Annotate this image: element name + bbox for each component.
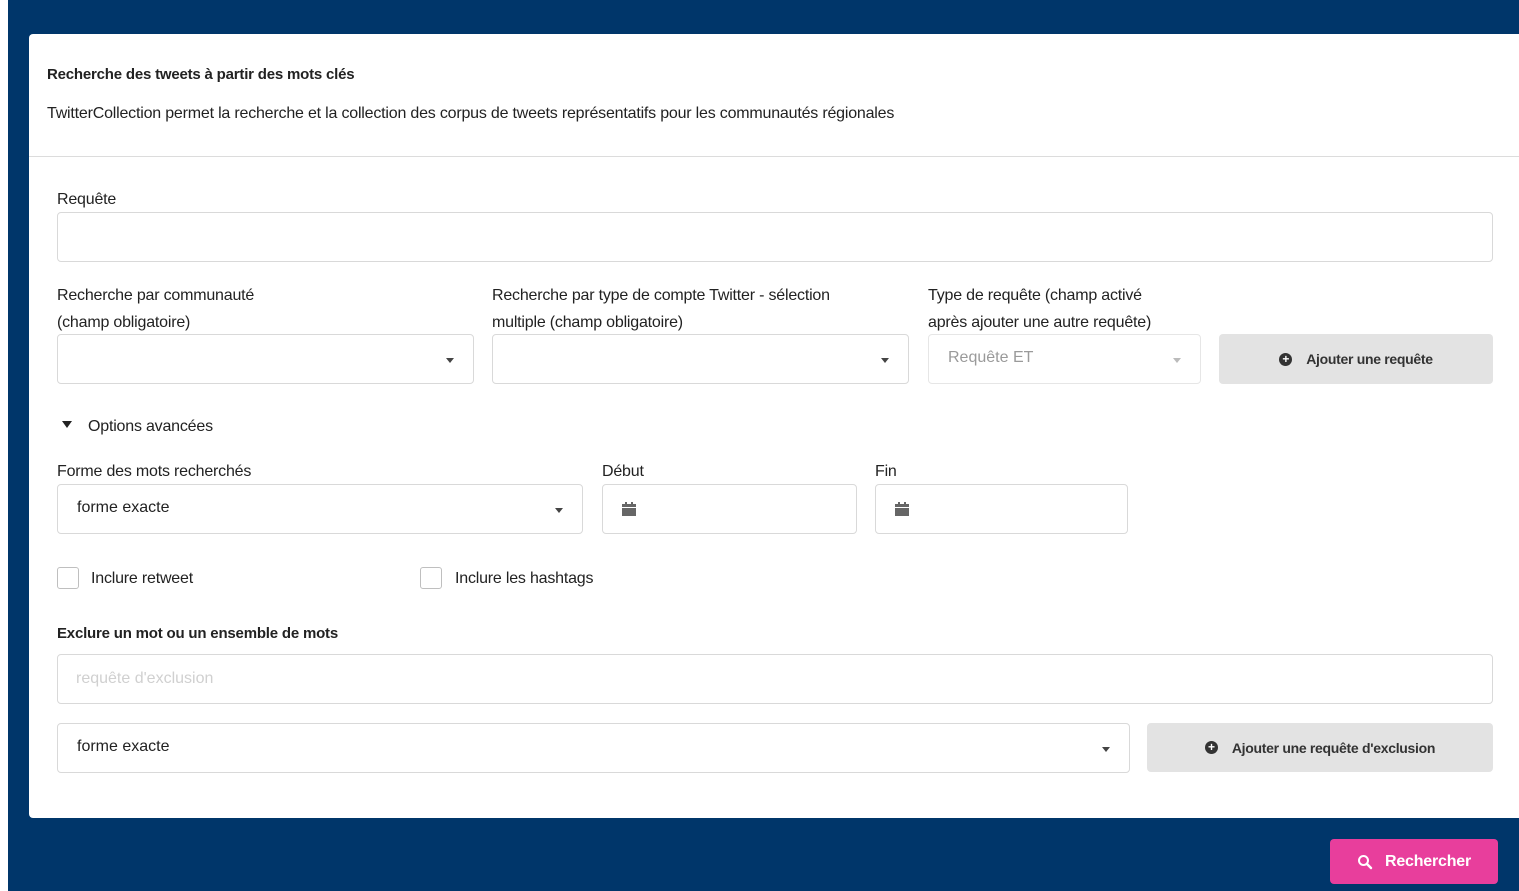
add-query-button[interactable]: + Ajouter une requête xyxy=(1219,334,1493,384)
word-form-label: Forme des mots recherchés xyxy=(57,463,252,480)
include-retweet-checkbox[interactable] xyxy=(57,567,79,589)
include-hashtags-checkbox[interactable] xyxy=(420,567,442,589)
include-retweet-label[interactable]: Inclure retweet xyxy=(91,565,193,592)
calendar-icon xyxy=(622,502,636,516)
exclusion-input[interactable]: requête d'exclusion xyxy=(57,654,1493,704)
query-type-label-line1: Type de requête (champ activé xyxy=(928,287,1142,304)
search-button[interactable]: Rechercher xyxy=(1330,839,1498,884)
account-type-label: Recherche par type de compte Twitter - s… xyxy=(492,282,830,336)
card-subtitle: TwitterCollection permet la recherche et… xyxy=(47,105,895,122)
search-button-label: Rechercher xyxy=(1384,852,1472,870)
exclusion-form-select[interactable]: forme exacte xyxy=(57,723,1130,773)
community-select[interactable] xyxy=(57,334,474,384)
include-hashtags-label[interactable]: Inclure les hashtags xyxy=(455,565,594,592)
community-label-line2: (champ obligatoire) xyxy=(57,314,191,331)
account-type-label-line2: multiple (champ obligatoire) xyxy=(492,314,683,331)
chevron-down-icon xyxy=(555,508,563,513)
query-input[interactable] xyxy=(57,212,1493,262)
add-exclusion-button[interactable]: + Ajouter une requête d'exclusion xyxy=(1147,723,1493,772)
query-type-label: Type de requête (champ activé après ajou… xyxy=(928,282,1151,336)
end-date-input[interactable] xyxy=(875,484,1128,534)
left-edge-strip xyxy=(0,0,8,891)
query-label: Requête xyxy=(57,191,117,208)
plus-circle-icon: + xyxy=(1204,741,1218,754)
caret-down-icon[interactable] xyxy=(62,421,72,428)
chevron-down-icon xyxy=(446,358,454,363)
exclusion-title: Exclure un mot ou un ensemble de mots xyxy=(57,625,338,642)
exclusion-form-value: forme exacte xyxy=(77,738,170,755)
query-type-value: Requête ET xyxy=(948,349,1034,366)
plus-circle-icon: + xyxy=(1279,352,1293,366)
calendar-icon xyxy=(895,502,909,516)
advanced-options-toggle[interactable]: Options avancées xyxy=(88,413,213,440)
query-type-label-line2: après ajouter une autre requête) xyxy=(928,314,1152,331)
chevron-down-icon xyxy=(1102,747,1110,752)
start-date-label: Début xyxy=(602,463,644,480)
card-title: Recherche des tweets à partir des mots c… xyxy=(47,66,355,83)
word-form-select[interactable]: forme exacte xyxy=(57,484,583,534)
start-date-input[interactable] xyxy=(602,484,857,534)
exclusion-placeholder: requête d'exclusion xyxy=(76,670,214,687)
chevron-down-icon xyxy=(1173,358,1181,363)
chevron-down-icon xyxy=(881,358,889,363)
community-label: Recherche par communauté (champ obligato… xyxy=(57,282,254,336)
end-date-label: Fin xyxy=(875,463,897,480)
account-type-label-line1: Recherche par type de compte Twitter - s… xyxy=(492,287,830,304)
card-header: Recherche des tweets à partir des mots c… xyxy=(29,34,1519,157)
community-label-line1: Recherche par communauté xyxy=(57,287,255,304)
add-exclusion-label: Ajouter une requête d'exclusion xyxy=(1231,739,1436,756)
add-query-label: Ajouter une requête xyxy=(1306,351,1433,367)
account-type-select[interactable] xyxy=(492,334,909,384)
word-form-value: forme exacte xyxy=(77,499,170,516)
search-icon xyxy=(1357,854,1373,869)
query-type-select[interactable]: Requête ET xyxy=(928,334,1201,384)
